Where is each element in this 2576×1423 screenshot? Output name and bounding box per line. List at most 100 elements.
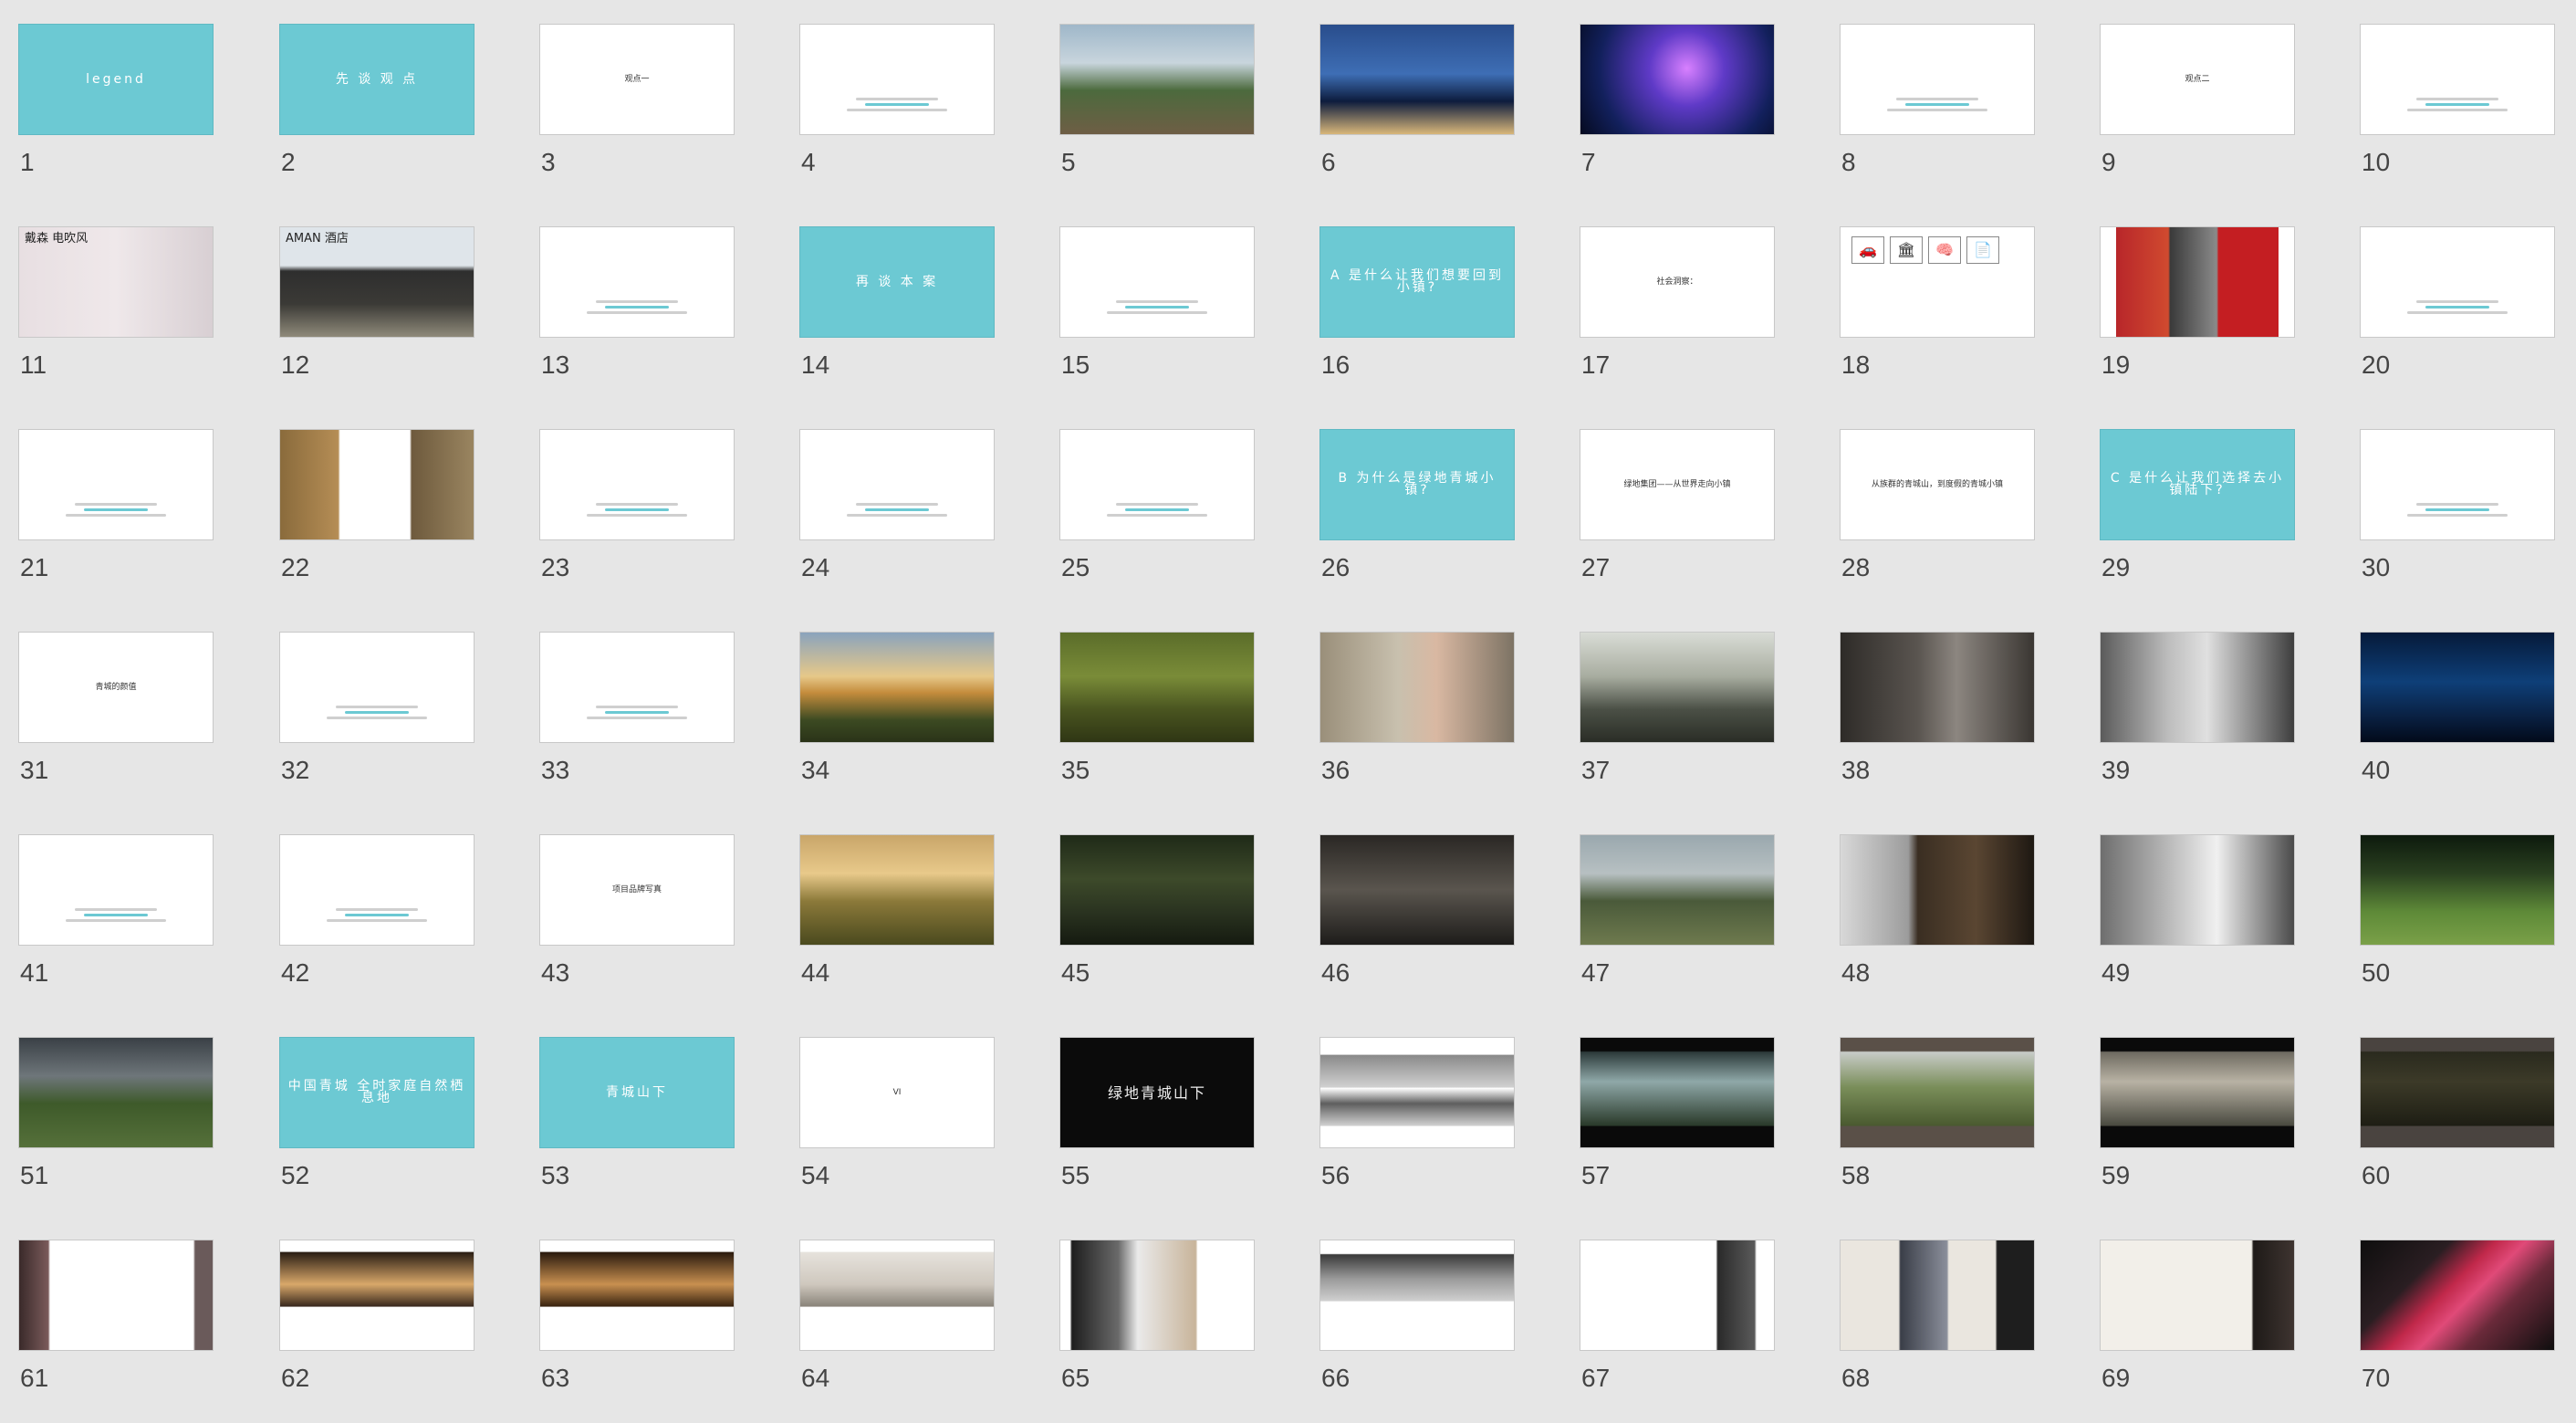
slide-thumbnail[interactable]: 7 [1580,24,1775,188]
slide-thumbnail[interactable]: 先 谈 观 点 2 [279,24,475,188]
slide-thumbnail[interactable]: 观点一 3 [539,24,735,188]
slide-preview: 先 谈 观 点 [279,24,475,135]
slide-thumbnail[interactable]: 70 [2360,1240,2555,1404]
slide-preview [1319,1240,1515,1351]
slide-thumbnail[interactable]: 戴森 电吹风 11 [18,226,214,391]
slide-thumbnail[interactable]: 40 [2360,632,2555,796]
slide-thumbnail[interactable]: 46 [1319,834,1515,999]
slide-thumbnail[interactable]: 从族群的青城山，到度假的青城小镇 28 [1840,429,2035,593]
slide-thumbnail[interactable]: legend 1 [18,24,214,188]
text-line [2425,306,2489,309]
slide-thumbnail[interactable]: 22 [279,429,475,593]
slide-title [1060,227,1254,337]
slide-title [1580,1038,1774,1147]
slide-thumbnail[interactable]: 68 [1840,1240,2035,1404]
slide-thumbnail[interactable]: 58 [1840,1037,2035,1201]
text-line [865,508,929,511]
slide-thumbnail[interactable]: 观点二 9 [2100,24,2295,188]
slide-thumbnail[interactable]: 39 [2100,632,2295,796]
slide-thumbnail[interactable]: 44 [799,834,995,999]
text-line [336,706,418,708]
slide-thumbnail[interactable]: 62 [279,1240,475,1404]
slide-thumbnail[interactable]: 6 [1319,24,1515,188]
slide-thumbnail[interactable]: 中国青城 全时家庭自然栖息地 52 [279,1037,475,1201]
slide-thumbnail[interactable]: 24 [799,429,995,593]
slide-title [280,1240,474,1350]
slide-thumbnail[interactable]: 34 [799,632,995,796]
slide-thumbnail[interactable]: 60 [2360,1037,2555,1201]
text-line [847,514,947,517]
slide-thumbnail[interactable]: 45 [1059,834,1255,999]
slide-thumbnail[interactable]: 41 [18,834,214,999]
slide-number: 62 [281,1364,310,1392]
slide-thumbnail[interactable]: 66 [1319,1240,1515,1404]
slide-preview: 🚗 🏛 🧠 📄 [1840,226,2035,338]
slide-thumbnail[interactable]: 15 [1059,226,1255,391]
slide-number: 4 [801,148,816,176]
slide-thumbnail[interactable]: 10 [2360,24,2555,188]
slide-thumbnail[interactable]: 社会洞察： 17 [1580,226,1775,391]
slide-thumbnail[interactable]: 23 [539,429,735,593]
slide-title [19,835,213,945]
text-line [1896,98,1978,100]
text-lines [577,703,697,722]
slide-thumbnail[interactable]: 项目品牌写真 43 [539,834,735,999]
slide-thumbnail[interactable]: 37 [1580,632,1775,796]
slide-thumbnail[interactable]: 青城的颜值 31 [18,632,214,796]
slide-thumbnail[interactable]: 48 [1840,834,2035,999]
slide-title [1841,25,2034,134]
slide-thumbnail[interactable]: 49 [2100,834,2295,999]
slide-thumbnail[interactable]: A 是什么让我们想要回到小镇? 16 [1319,226,1515,391]
slide-thumbnail[interactable]: AMAN 酒店 12 [279,226,475,391]
slide-preview: VI [799,1037,995,1148]
slide-thumbnail[interactable]: 65 [1059,1240,1255,1404]
slide-thumbnail[interactable]: 20 [2360,226,2555,391]
slide-thumbnail[interactable]: 绿地青城山下 55 [1059,1037,1255,1201]
slide-title [280,430,474,539]
slide-number: 54 [801,1161,830,1189]
text-line [605,508,669,511]
slide-thumbnail[interactable]: 56 [1319,1037,1515,1201]
slide-thumbnail[interactable]: 21 [18,429,214,593]
slide-thumbnail[interactable]: 30 [2360,429,2555,593]
slide-thumbnail[interactable]: 🚗 🏛 🧠 📄 18 [1840,226,2035,391]
slide-thumbnail[interactable]: 67 [1580,1240,1775,1404]
slide-thumbnail[interactable]: 47 [1580,834,1775,999]
slide-thumbnail[interactable]: 42 [279,834,475,999]
slide-title: 从族群的青城山，到度假的青城小镇 [1871,479,2003,489]
slide-thumbnail[interactable]: B 为什么是绿地青城小镇? 26 [1319,429,1515,593]
slide-thumbnail[interactable]: 8 [1840,24,2035,188]
slide-thumbnail[interactable]: 69 [2100,1240,2295,1404]
slide-thumbnail[interactable]: 63 [539,1240,735,1404]
slide-thumbnail[interactable]: 13 [539,226,735,391]
slide-thumbnail[interactable]: 绿地集团——从世界走向小镇 27 [1580,429,1775,593]
slide-thumbnail[interactable]: 59 [2100,1037,2295,1201]
slide-title: 戴森 电吹风 [25,232,89,246]
slide-thumbnail[interactable]: 25 [1059,429,1255,593]
slide-thumbnail[interactable]: VI 54 [799,1037,995,1201]
slide-thumbnail[interactable]: 50 [2360,834,2555,999]
slide-thumbnail[interactable]: 33 [539,632,735,796]
slide-thumbnail[interactable]: 61 [18,1240,214,1404]
slide-thumbnail[interactable]: 5 [1059,24,1255,188]
slide-preview [1580,1240,1775,1351]
text-line [1905,103,1969,106]
slide-thumbnail[interactable]: 32 [279,632,475,796]
slide-thumbnail[interactable]: 57 [1580,1037,1775,1201]
slide-preview: B 为什么是绿地青城小镇? [1319,429,1515,540]
slide-number: 69 [2101,1364,2131,1392]
slide-thumbnail[interactable]: 36 [1319,632,1515,796]
slide-thumbnail[interactable]: 64 [799,1240,995,1404]
slide-thumbnail[interactable]: 4 [799,24,995,188]
text-line [1107,514,1207,517]
slide-thumbnail[interactable]: 35 [1059,632,1255,796]
slide-thumbnail[interactable]: 青城山下 53 [539,1037,735,1201]
slide-number: 49 [2101,958,2131,987]
slide-title [1060,633,1254,742]
slide-thumbnail[interactable]: 再 谈 本 案 14 [799,226,995,391]
slide-thumbnail[interactable]: C 是什么让我们选择去小镇陆下? 29 [2100,429,2295,593]
slide-preview [18,834,214,946]
slide-thumbnail[interactable]: 19 [2100,226,2295,391]
slide-thumbnail[interactable]: 38 [1840,632,2035,796]
slide-thumbnail[interactable]: 51 [18,1037,214,1201]
